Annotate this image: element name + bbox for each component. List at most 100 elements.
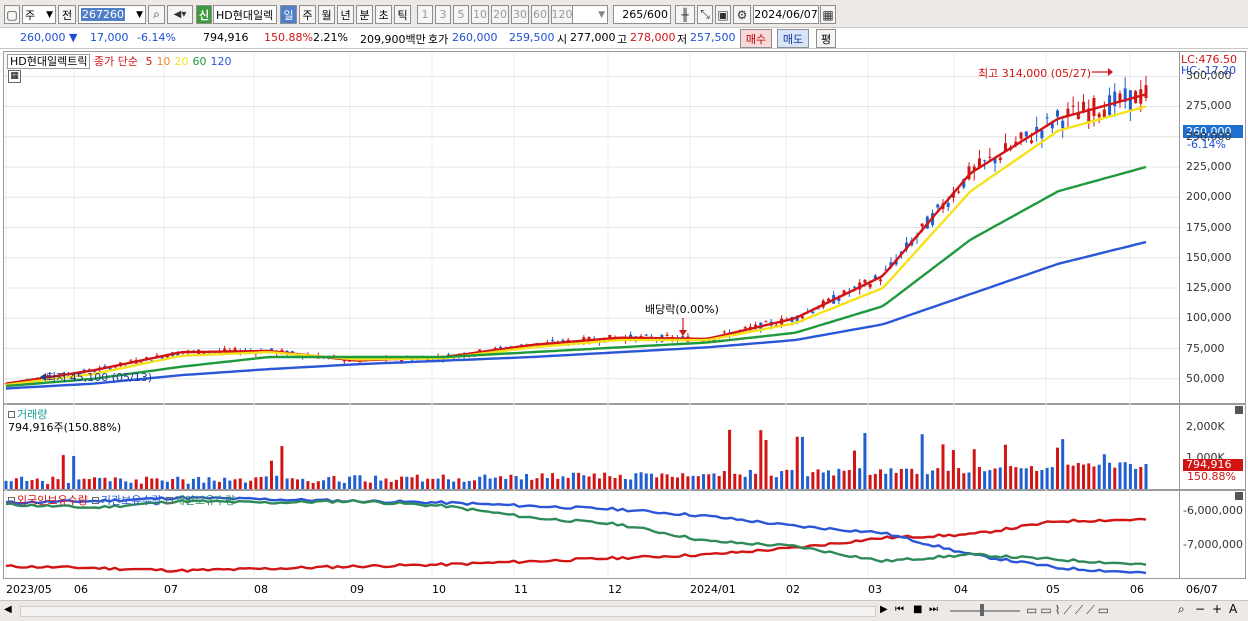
volume-bar [431,478,435,489]
legend-stock-name[interactable]: HD현대일렉트릭 [7,54,91,69]
date-input[interactable]: 2024/06/07 [753,5,819,24]
volume-bar [134,479,138,489]
candle-body [1061,120,1065,129]
volume-bar [649,473,653,489]
candle-body [1024,131,1028,137]
ma-legend-item[interactable]: 60 [192,55,206,68]
volume-bar [540,473,544,489]
volume-bar [551,473,555,489]
volume-bar [254,477,258,489]
collapse-icon[interactable] [91,497,99,504]
ma-line-5 [5,93,1147,385]
close-pane-icon[interactable] [1235,406,1243,414]
volume-bar [155,478,159,489]
volume-bar [634,473,638,489]
period-button[interactable]: 월 [318,5,335,24]
market-select[interactable]: 주 ▼ [22,5,56,24]
volume-bar [811,472,815,489]
interval-button[interactable]: 60 [531,5,549,24]
volume-bar [603,472,607,489]
volume-bar [852,450,856,489]
table-icon[interactable]: ▦ [8,70,21,83]
interval-button[interactable]: 20 [491,5,509,24]
gear-icon[interactable]: ⚙ [733,5,751,24]
speaker-icon[interactable]: ◀▾ [167,5,193,24]
candle-type-icon[interactable]: ╫ [675,5,695,24]
stop-icon[interactable]: ■ [913,604,922,615]
ma-legend-item[interactable]: 5 [145,55,152,68]
drawing-tools-icon[interactable]: ▭▭⌇⟋⟋⟋▭ [1026,603,1112,618]
collapse-icon[interactable] [8,497,15,504]
interval-button[interactable]: 10 [471,5,489,24]
volume-bar [363,481,367,489]
x-tick-label: 06/07 [1186,583,1218,596]
interval-custom-select[interactable]: ▼ [572,5,608,24]
zoom-slider-handle[interactable] [980,604,984,616]
interval-button[interactable]: 3 [435,5,451,24]
interval-button[interactable]: 30 [511,5,529,24]
ma-legend-item[interactable]: 10 [156,55,170,68]
last-icon[interactable]: ⏭ [929,604,938,615]
prev-button[interactable]: 전 [58,5,76,24]
volume-bar [1128,463,1132,489]
volume-bar [998,467,1002,489]
volume-bar [613,477,617,489]
volume-bar [368,482,372,489]
eval-button[interactable]: 평 [816,29,836,48]
volume-bar [754,473,758,489]
collapse-icon[interactable] [8,411,15,418]
volume-bar [150,478,154,489]
period-button[interactable]: 주 [299,5,316,24]
scroll-left-icon[interactable]: ◀ [4,604,12,615]
volume-bar [920,434,924,489]
volume-bar [618,474,622,489]
stock-code-input[interactable]: 267260 ▼ [78,5,146,24]
text-size-icon[interactable]: A [1229,602,1237,616]
ma-legend-list: 5 10 20 60 120 [141,55,231,68]
ma-legend-item[interactable]: 120 [210,55,231,68]
buy-button[interactable]: 매수 [740,29,772,48]
ma-legend-item[interactable]: 20 [174,55,188,68]
holdings-legend-item[interactable]: 외국인보유수량 [17,494,88,507]
volume-bar [847,470,851,489]
interval-button[interactable]: 120 [551,5,573,24]
scroll-track[interactable] [20,606,876,617]
period-button[interactable]: 일 [280,5,297,24]
candle-body [722,331,726,333]
volume-bar [561,476,565,489]
count-input[interactable]: 265/600 [613,5,671,24]
period-button[interactable]: 초 [375,5,392,24]
interval-button[interactable]: 5 [453,5,469,24]
magnifier-icon[interactable]: ⌕ [1178,602,1185,617]
volume-bar [837,468,841,489]
holdings-legend-item[interactable]: 개인보유수량 [175,494,236,507]
period-button[interactable]: 년 [337,5,354,24]
period-button[interactable]: 분 [356,5,373,24]
period-button[interactable]: 틱 [394,5,411,24]
interval-button[interactable]: 1 [417,5,433,24]
calendar-icon[interactable]: ▦ [820,5,836,24]
volume-bar [530,479,534,489]
candle-body [920,223,924,227]
volume-bar [327,477,331,489]
first-icon[interactable]: ⏮ [895,604,904,615]
search-icon[interactable]: ⌕ [148,5,165,24]
sell-button[interactable]: 매도 [777,29,809,48]
window-menu-icon[interactable]: ▢ [4,5,20,24]
close-pane-icon[interactable] [1235,492,1243,500]
new-badge: 신 [196,5,212,24]
save-icon[interactable]: ▣ [715,5,731,24]
zoom-in-icon[interactable]: + [1212,602,1222,616]
zoom-slider[interactable] [950,610,1020,612]
scroll-right-icon[interactable]: ▶ [880,604,888,615]
holdings-legend-item[interactable]: 기관보유수량 [101,494,162,507]
volume-bar [1123,462,1127,489]
chevron-down-icon: ▼ [598,9,605,20]
volume-bar [592,473,596,489]
zoom-out-icon[interactable]: − [1195,602,1205,616]
collapse-icon[interactable] [165,497,173,504]
volume-bar [306,481,310,489]
volume-bar [186,483,190,489]
legend-ma-label: 종가 단순 [93,55,138,68]
crosshair-icon[interactable]: ⤡ [697,5,713,24]
